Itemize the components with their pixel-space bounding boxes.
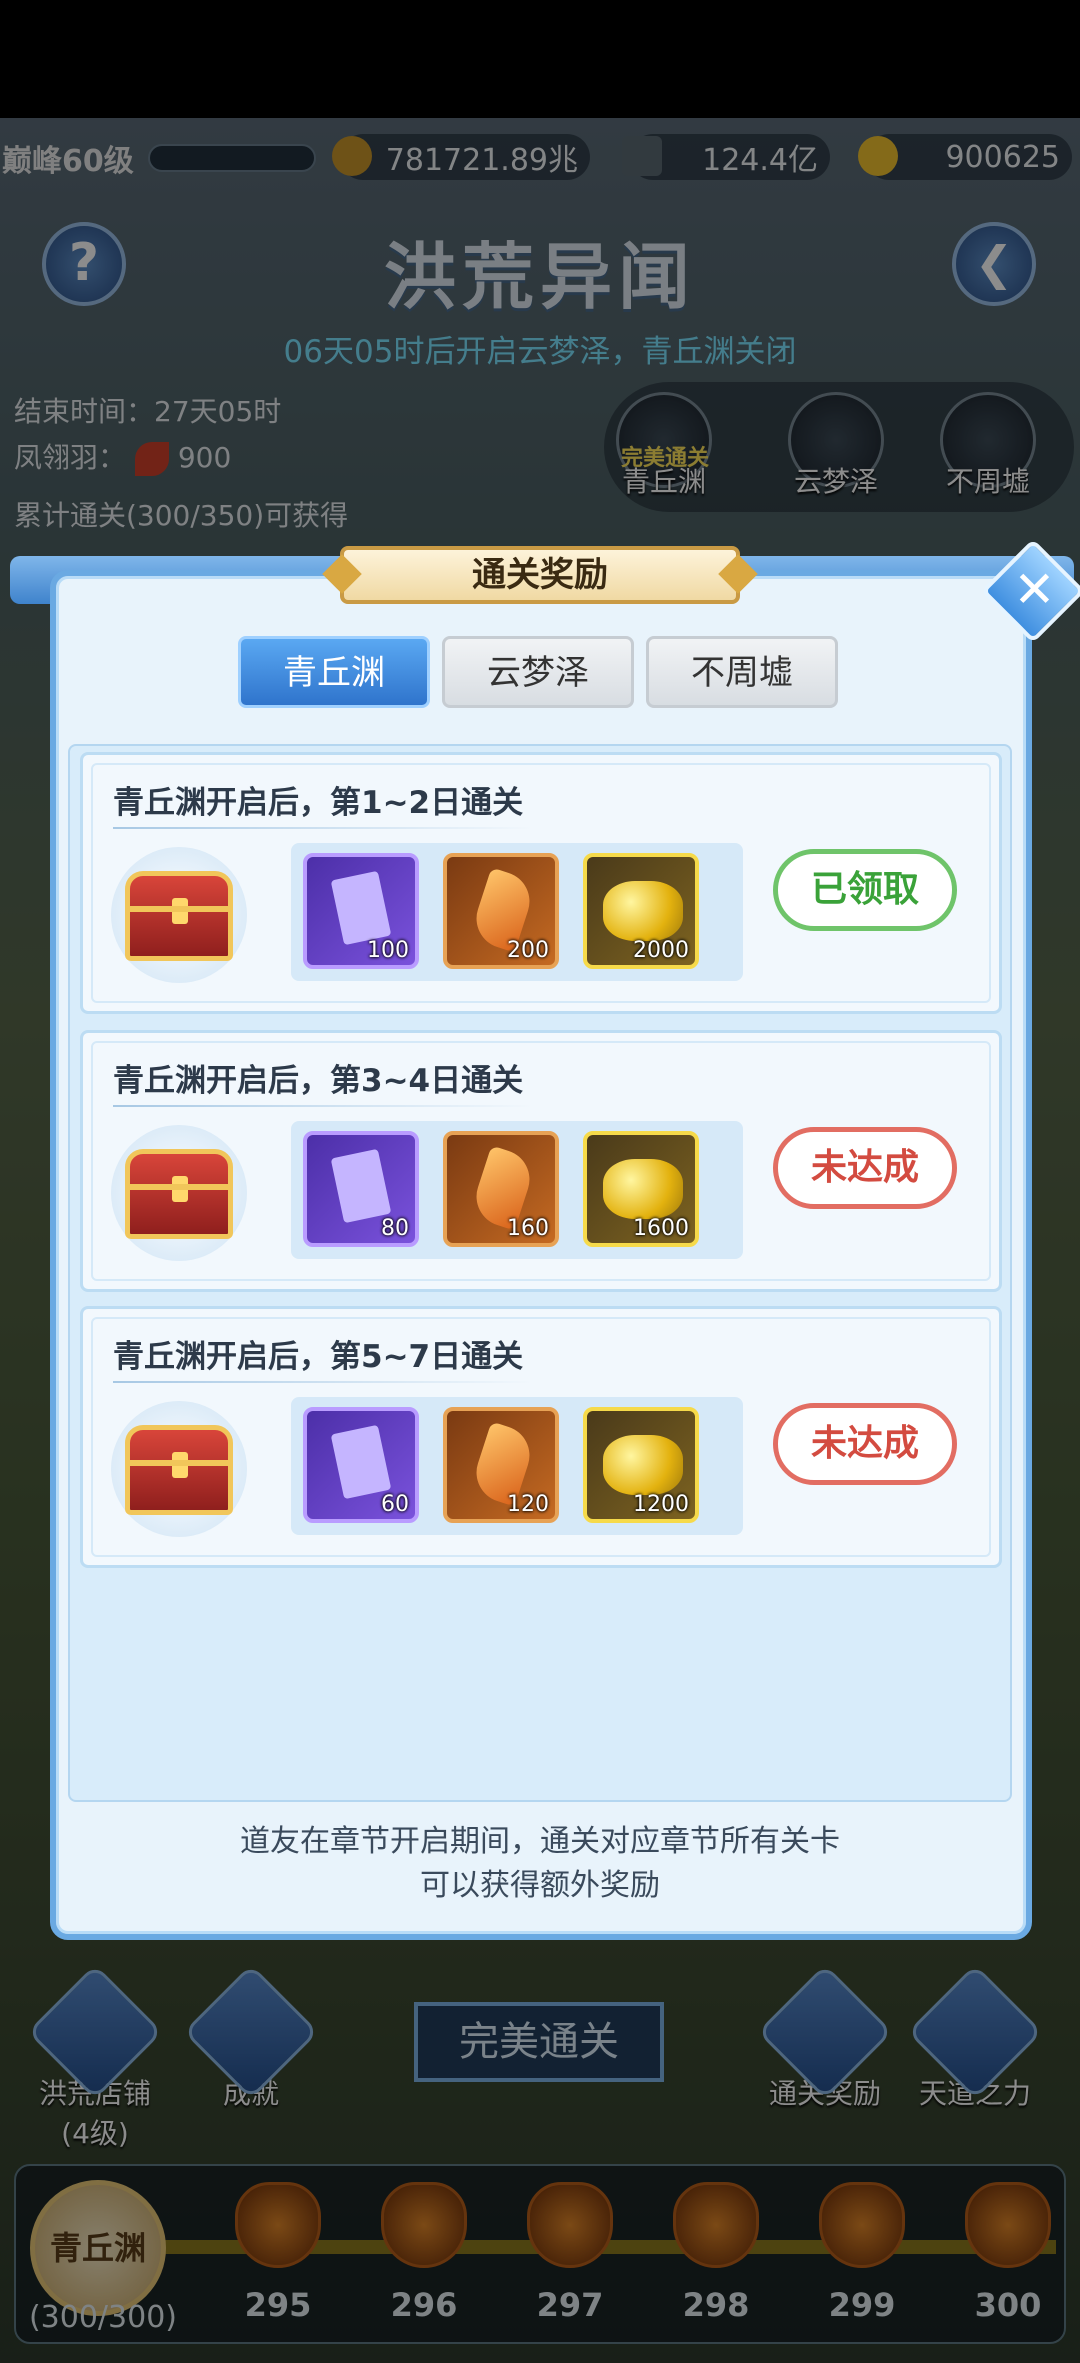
tab-qingqiuyuan[interactable]: 青丘渊 — [238, 636, 430, 708]
claimed-status: 已领取 — [773, 849, 957, 931]
gold-ingot-item[interactable]: 2000 — [583, 853, 699, 969]
crystal-item[interactable]: 120 — [443, 1407, 559, 1523]
talisman-icon — [330, 1148, 392, 1224]
modal-tabs: 青丘渊 云梦泽 不周墟 — [238, 636, 838, 708]
gold-ingot-icon — [603, 881, 683, 941]
not-achieved-status: 未达成 — [773, 1403, 957, 1485]
gold-ingot-icon — [603, 1435, 683, 1495]
scroll-item[interactable]: 60 — [303, 1407, 419, 1523]
reward-card: 青丘渊开启后，第3~4日通关 80 160 1600 未达成 — [80, 1030, 1002, 1292]
talisman-icon — [330, 1424, 392, 1500]
gold-ingot-icon — [603, 1159, 683, 1219]
crystal-item[interactable]: 160 — [443, 1131, 559, 1247]
reward-card: 青丘渊开启后，第1~2日通关 100 200 2000 已领取 — [80, 752, 1002, 1014]
crystal-item[interactable]: 200 — [443, 853, 559, 969]
reward-items: 60 120 1200 — [291, 1397, 743, 1535]
close-icon: ✕ — [1013, 560, 1056, 619]
gold-ingot-item[interactable]: 1600 — [583, 1131, 699, 1247]
gold-ingot-item[interactable]: 1200 — [583, 1407, 699, 1523]
chest-icon — [111, 1125, 247, 1261]
scroll-item[interactable]: 100 — [303, 853, 419, 969]
chest-icon — [111, 1401, 247, 1537]
tab-buzhouxu[interactable]: 不周墟 — [646, 636, 838, 708]
reward-card-title: 青丘渊开启后，第1~2日通关 — [113, 785, 524, 821]
reward-items: 80 160 1600 — [291, 1121, 743, 1259]
tab-yunmengze[interactable]: 云梦泽 — [442, 636, 634, 708]
chest-icon — [111, 847, 247, 983]
modal-title: 通关奖励 — [340, 546, 740, 604]
not-achieved-status: 未达成 — [773, 1127, 957, 1209]
reward-items: 100 200 2000 — [291, 843, 743, 981]
modal-note: 道友在章节开启期间，通关对应章节所有关卡 可以获得额外奖励 — [240, 1824, 840, 1903]
talisman-icon — [330, 870, 392, 946]
reward-card-title: 青丘渊开启后，第5~7日通关 — [113, 1339, 524, 1375]
scroll-item[interactable]: 80 — [303, 1131, 419, 1247]
reward-card: 青丘渊开启后，第5~7日通关 60 120 1200 未达成 — [80, 1306, 1002, 1568]
reward-card-title: 青丘渊开启后，第3~4日通关 — [113, 1063, 524, 1099]
